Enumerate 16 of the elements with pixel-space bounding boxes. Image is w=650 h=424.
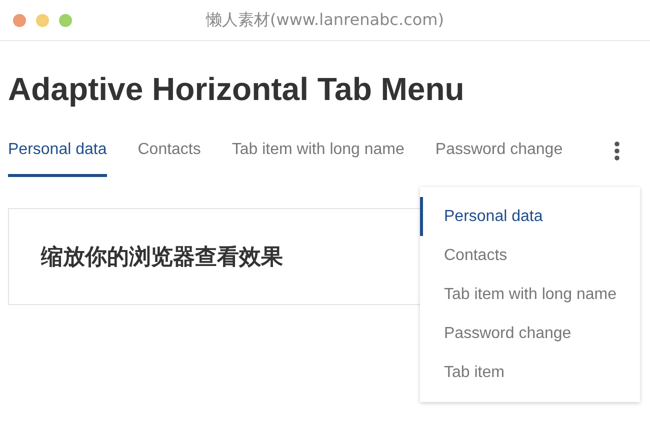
tab[interactable]: Password change [435,131,563,177]
more-icon [614,141,620,161]
menu-item[interactable]: Password change [420,314,640,353]
zoom-button[interactable] [59,14,72,26]
page-heading: Adaptive Horizontal Tab Menu [8,70,466,109]
tab[interactable]: Tab item with long name [232,131,404,177]
close-button[interactable] [13,14,26,26]
menu-item[interactable]: Personal data [420,197,640,236]
menu-item[interactable]: Tab item with long name [420,275,640,314]
window-title: 懒人素材(www.lanrenabc.com) [206,10,444,30]
panel-text: 缩放你的浏览器查看效果 [41,244,283,272]
menu-item[interactable]: Contacts [420,236,640,275]
tab[interactable]: Personal data [8,131,107,177]
tab[interactable]: Contacts [138,131,201,177]
minimize-button[interactable] [36,14,49,26]
menu-item[interactable]: Tab item [420,353,640,392]
